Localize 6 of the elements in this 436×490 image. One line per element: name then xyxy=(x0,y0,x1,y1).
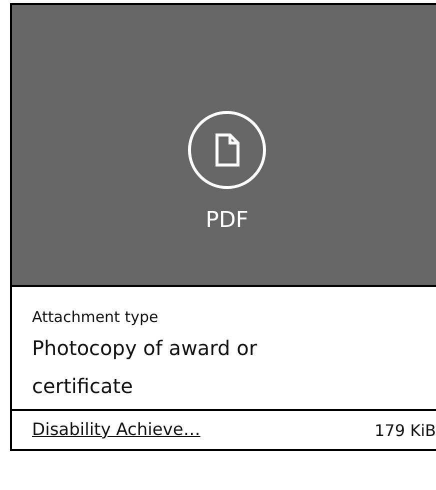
file-name-link[interactable]: Disability Achieve… xyxy=(32,420,200,440)
document-icon xyxy=(187,110,267,190)
attachment-type-label: Attachment type xyxy=(32,307,160,328)
attachment-type-value: Photocopy of award or certificate xyxy=(32,335,258,400)
file-size: 179 KiB xyxy=(374,420,436,440)
file-type-label: PDF xyxy=(206,208,248,233)
